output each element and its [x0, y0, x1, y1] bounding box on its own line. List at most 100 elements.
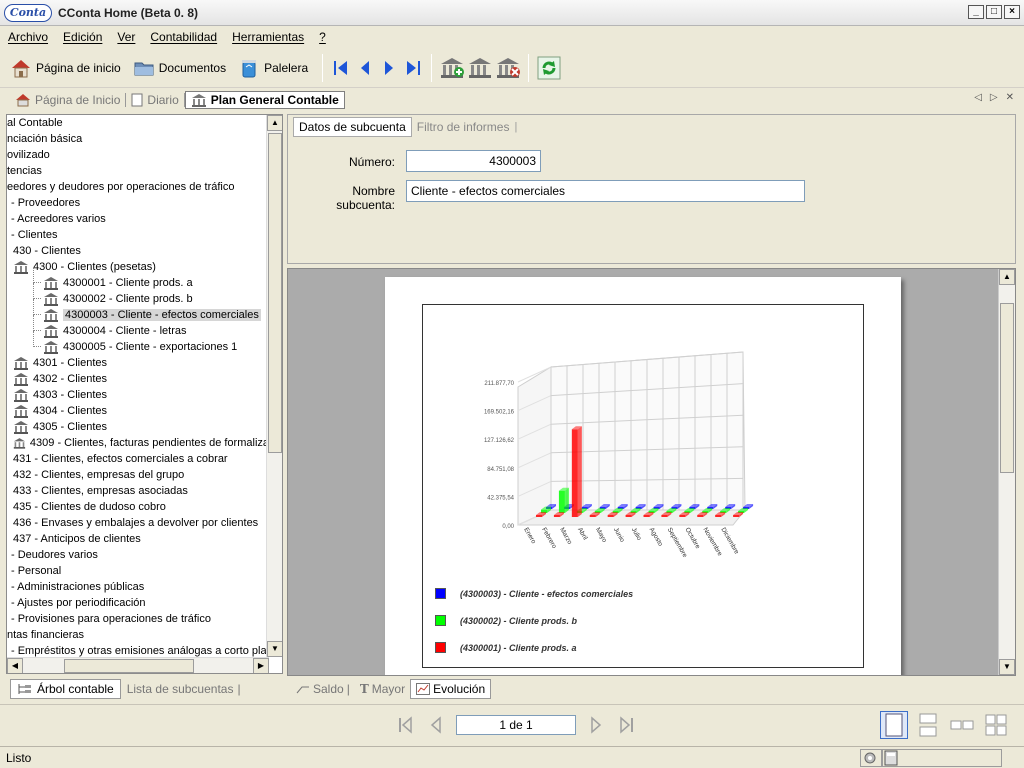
close-button[interactable]: ×	[1004, 5, 1020, 19]
next-page-icon[interactable]	[588, 715, 604, 735]
tree-item-label: - Acreedores varios	[11, 213, 106, 225]
next-record-button[interactable]	[377, 56, 401, 80]
viewer-scroll-thumb[interactable]	[1000, 303, 1014, 473]
two-pages-icon	[950, 720, 974, 730]
tree-item[interactable]: 430 - Clientes	[7, 243, 269, 259]
tree-item[interactable]: - Acreedores varios	[7, 211, 269, 227]
tree-scroll-thumb[interactable]	[268, 133, 282, 453]
tree-item[interactable]: 4300002 - Cliente prods. b	[7, 283, 269, 307]
tree-item[interactable]: - Proveedores	[7, 195, 269, 211]
menu-archivo[interactable]: Archivo	[8, 30, 48, 44]
tree-item[interactable]: - Empréstitos y otras emisiones análogas…	[7, 643, 269, 657]
tab-datos-subcuenta[interactable]: Datos de subcuenta	[293, 117, 412, 137]
single-page-button[interactable]	[880, 711, 908, 739]
tab-lista-subcuentas[interactable]: Lista de subcuentas |	[121, 682, 247, 696]
tree-item[interactable]: 4300004 - Cliente - letras	[7, 315, 269, 339]
menu-ver[interactable]: Ver	[117, 30, 135, 44]
last-record-button[interactable]	[401, 56, 425, 80]
tree-hscroll-thumb[interactable]	[64, 659, 194, 673]
previous-page-icon[interactable]	[428, 715, 444, 735]
last-page-icon[interactable]	[616, 715, 636, 735]
continuous-page-button[interactable]	[914, 711, 942, 739]
scroll-down-icon[interactable]: ▼	[999, 659, 1015, 675]
tab-saldo[interactable]: Saldo |	[291, 682, 355, 696]
tree-item[interactable]: nciación básica	[7, 131, 269, 147]
maximize-button[interactable]: □	[986, 5, 1002, 19]
tree-item[interactable]: 4302 - Clientes	[7, 371, 269, 387]
scroll-down-icon[interactable]: ▼	[267, 641, 282, 657]
x-tick-label: Marzo	[558, 527, 573, 546]
add-account-button[interactable]	[438, 54, 466, 82]
scroll-left-icon[interactable]: ◀	[7, 657, 23, 673]
tree-item[interactable]: 437 - Anticipos de clientes	[7, 531, 269, 547]
tree-item[interactable]: 4305 - Clientes	[7, 419, 269, 435]
menu-edicion[interactable]: Edición	[63, 30, 102, 44]
home-button[interactable]: Página de inicio	[6, 53, 125, 83]
tree-item[interactable]: 433 - Clientes, empresas asociadas	[7, 483, 269, 499]
tab-filtro-informes[interactable]: Filtro de informes	[412, 120, 515, 134]
tree-item[interactable]: - Clientes	[7, 227, 269, 243]
refresh-button[interactable]	[535, 54, 563, 82]
tab-scroll-left-icon[interactable]: ◁	[974, 92, 982, 103]
status-settings[interactable]	[860, 749, 882, 767]
tree-item[interactable]: 4300005 - Cliente - exportaciones 1	[7, 331, 269, 355]
tree-horizontal-scrollbar[interactable]: ◀ ▶	[7, 657, 269, 673]
tree-vertical-scrollbar[interactable]: ▲ ▼	[266, 115, 282, 657]
tree-item[interactable]: 432 - Clientes, empresas del grupo	[7, 467, 269, 483]
x-tick-label: Julio	[630, 527, 643, 542]
tree-item[interactable]: 4309 - Clientes, facturas pendientes de …	[7, 435, 269, 451]
tree-item[interactable]: - Deudores varios	[7, 547, 269, 563]
previous-record-button[interactable]	[353, 56, 377, 80]
tree-item[interactable]: 431 - Clientes, efectos comerciales a co…	[7, 451, 269, 467]
tab-diario[interactable]: Diario	[126, 91, 183, 109]
tab-arbol-contable[interactable]: Árbol contable	[10, 679, 121, 699]
tree-item[interactable]: ovilizado	[7, 147, 269, 163]
tab-mayor[interactable]: T Mayor	[355, 682, 410, 696]
tree-item[interactable]: al Contable	[7, 115, 269, 131]
first-record-button[interactable]	[329, 56, 353, 80]
tab-home[interactable]: Página de Inicio	[10, 91, 125, 109]
tree-item[interactable]: ntas financieras	[7, 627, 269, 643]
tree-item[interactable]: 4300 - Clientes (pesetas)	[7, 259, 269, 275]
chart-bar	[679, 515, 686, 517]
tab-evolucion[interactable]: Evolución	[410, 679, 492, 699]
edit-account-button[interactable]	[466, 54, 494, 82]
numero-field[interactable]: 4300003	[406, 150, 541, 172]
tree-item[interactable]: eedores y deudores por operaciones de tr…	[7, 179, 269, 195]
minimize-button[interactable]: _	[968, 5, 984, 19]
delete-account-button[interactable]	[494, 54, 522, 82]
scroll-up-icon[interactable]: ▲	[267, 115, 282, 131]
documents-button[interactable]: Documentos	[129, 53, 230, 83]
tree-item[interactable]: - Personal	[7, 563, 269, 579]
tree-item[interactable]: 4301 - Clientes	[7, 355, 269, 371]
scroll-up-icon[interactable]: ▲	[999, 269, 1015, 285]
tree-item[interactable]: - Ajustes por periodificación	[7, 595, 269, 611]
trash-button[interactable]: Palelera	[234, 53, 312, 83]
tree-item[interactable]: 4303 - Clientes	[7, 387, 269, 403]
tree-item[interactable]: 435 - Clientes de dudoso cobro	[7, 499, 269, 515]
tab-plan-general[interactable]: Plan General Contable	[184, 91, 345, 109]
text-icon: T	[359, 682, 369, 696]
two-pages-button[interactable]	[948, 711, 976, 739]
scroll-right-icon[interactable]: ▶	[253, 658, 269, 673]
tab-separator: |	[514, 121, 518, 133]
first-page-icon[interactable]	[396, 715, 416, 735]
bank-icon	[14, 373, 28, 386]
viewer-vertical-scrollbar[interactable]: ▲ ▼	[998, 269, 1015, 675]
menu-herramientas[interactable]: Herramientas	[232, 30, 304, 44]
tree-item[interactable]: tencias	[7, 163, 269, 179]
tab-scroll-right-icon[interactable]: ▷	[990, 92, 998, 103]
menu-contabilidad[interactable]: Contabilidad	[150, 30, 217, 44]
tree-item[interactable]: 436 - Envases y embalajes a devolver por…	[7, 515, 269, 531]
menu-help[interactable]: ?	[319, 30, 326, 44]
nombre-field[interactable]: Cliente - efectos comerciales	[406, 180, 805, 202]
multi-page-button[interactable]	[982, 711, 1010, 739]
tree-item[interactable]: 4304 - Clientes	[7, 403, 269, 419]
tree-item[interactable]: - Administraciones públicas	[7, 579, 269, 595]
tab-close-icon[interactable]: ✕	[1006, 92, 1014, 103]
page-number-field[interactable]: 1 de 1	[456, 715, 576, 735]
tree-item-label: - Empréstitos y otras emisiones análogas…	[11, 645, 269, 657]
tree-item[interactable]: 4300003 - Cliente - efectos comerciales	[7, 299, 269, 323]
tree-item[interactable]: 4300001 - Cliente prods. a	[7, 267, 269, 291]
tree-item[interactable]: - Provisiones para operaciones de tráfic…	[7, 611, 269, 627]
